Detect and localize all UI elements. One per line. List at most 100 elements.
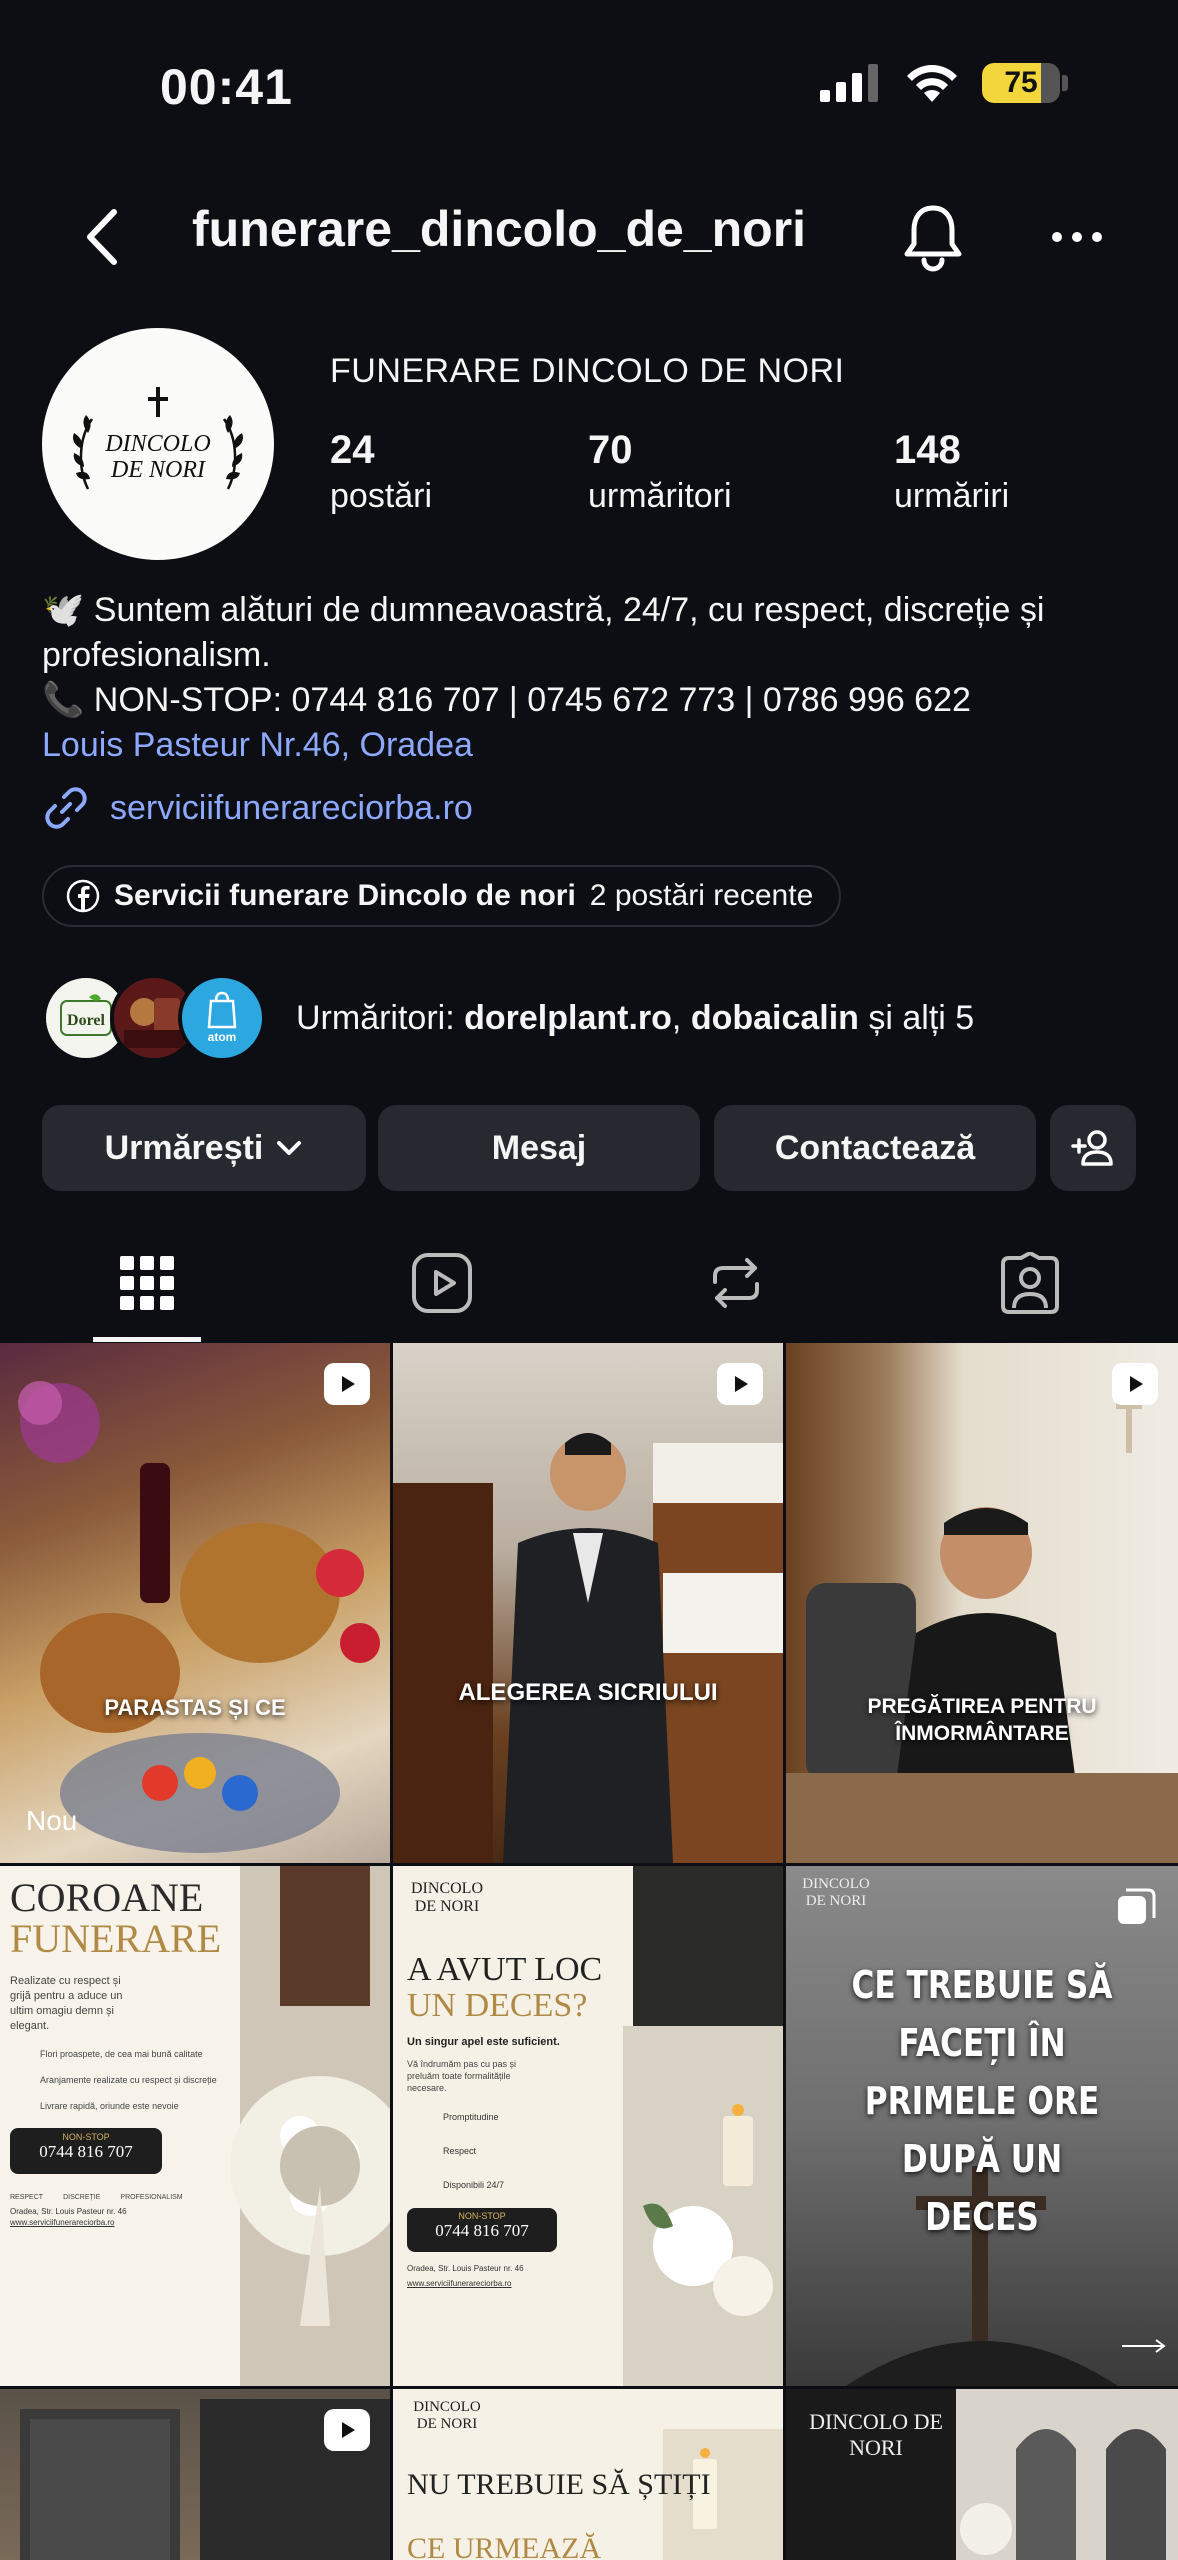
tab-reels[interactable] (402, 1243, 482, 1323)
add-person-icon (1071, 1130, 1113, 1166)
poster-body: Vă îndrumăm pas cu pas și preluăm toate … (407, 2059, 517, 2093)
poster-logo: DINCOLO DE NORI (802, 1876, 870, 1909)
svg-text:Dorel: Dorel (67, 1012, 105, 1029)
bio-line-2: 📞 NON-STOP: 0744 816 707 | 0745 672 773 … (42, 681, 971, 719)
status-time: 00:41 (160, 59, 293, 115)
profile-stats: 24 postări 70 urmăritori 148 urmăriri (330, 428, 1090, 528)
grid-post[interactable]: DINCOLO DE NORI A AVUT LOC UN DECES? Un … (393, 1866, 783, 2386)
profile-avatar[interactable]: DINCOLO DE NORI (42, 328, 274, 560)
post-photo (18, 1381, 380, 1853)
dincolo-de-nori-logo: DINCOLO DE NORI (73, 387, 243, 490)
poster-title-2: UN DECES? (407, 1987, 588, 2024)
battery-level: 75 (1004, 66, 1038, 99)
tab-tagged[interactable] (990, 1243, 1070, 1323)
post-caption: CE TREBUIE SĂ FACEȚI ÎN PRIMELE ORE DUPĂ… (851, 1963, 1113, 2239)
stat-following-value: 148 (894, 428, 961, 472)
grid-post[interactable]: COROANE FUNERARE Realizate cu respect și… (0, 1866, 390, 2386)
poster-logo: DINCOLO DE NORI (413, 2399, 481, 2432)
following-button[interactable]: Urmărești (42, 1105, 366, 1191)
stat-followers[interactable]: 70 urmăritori (588, 428, 732, 516)
follower-name-2: dobaicalin (690, 998, 859, 1037)
active-tab-indicator (93, 1337, 201, 1342)
wifi-icon (907, 65, 957, 102)
post-photo (393, 1433, 783, 1863)
poster-title-2: FUNERARE (10, 1916, 222, 1961)
svg-text:DINCOLO: DINCOLO (104, 431, 210, 457)
suggested-accounts-button[interactable] (1050, 1105, 1136, 1191)
stat-posts[interactable]: 24 postări (330, 428, 432, 516)
followers-sep: , (671, 998, 691, 1037)
bio-address-link[interactable]: Louis Pasteur Nr.46, Oradea (42, 723, 1142, 768)
reel-icon (735, 1376, 748, 1392)
chevron-left-icon (87, 209, 117, 265)
grid-post[interactable]: DINCOLO DE NORI (786, 2389, 1178, 2560)
reels-icon (412, 1253, 472, 1313)
poster-badge: DISCREȚIE (63, 2194, 101, 2201)
grid-post[interactable]: DINCOLO DE NORI CE TREBUIE SĂ FACEȚI ÎN … (786, 1866, 1178, 2386)
more-options-button[interactable] (1050, 202, 1104, 272)
stat-following[interactable]: 148 urmăriri (894, 428, 1009, 516)
facebook-page-name: Servicii funerare Dincolo de nori (114, 879, 576, 912)
repost-icon (713, 1258, 759, 1308)
notifications-button[interactable] (900, 202, 966, 272)
poster-subtitle: Un singur apel este suficient. (407, 2036, 560, 2048)
reel-badge (324, 2409, 370, 2451)
facebook-link-pill[interactable]: Servicii funerare Dincolo de nori 2 post… (42, 865, 842, 927)
profile-header: funerare_dincolo_de_nori (0, 180, 1178, 290)
poster-phone: 0744 816 707 (39, 2142, 133, 2161)
more-horizontal-icon (1052, 232, 1102, 242)
poster-item: Livrare rapidă, oriunde este nevoie (40, 2101, 179, 2111)
post-caption: PREGĂTIREA PENTRU ÎNMORMÂNTARE (867, 1695, 1097, 1745)
follower-avatar-atom: atom (178, 974, 266, 1062)
reel-icon (1130, 1376, 1143, 1392)
grid-post[interactable]: DINCOLO DE NORI NU TREBUIE SĂ ȘTIȚI CE U… (393, 2389, 783, 2560)
message-button-label: Mesaj (491, 1128, 587, 1167)
stat-posts-label: postări (330, 477, 433, 515)
mutual-followers[interactable]: Dorel atom Urmăritori: dorelplant.ro, do… (42, 972, 974, 1064)
tagged-person-icon (1001, 1252, 1059, 1314)
tab-reposts[interactable] (696, 1243, 776, 1323)
contact-button[interactable]: Contactează (714, 1105, 1036, 1191)
poster-item: Promptitudine (443, 2112, 499, 2122)
post-photo (786, 1383, 1178, 1863)
reel-icon (342, 2422, 355, 2438)
chevron-down-icon (277, 1141, 302, 1155)
poster-title: NU TREBUIE SĂ ȘTIȚI (407, 2468, 711, 2501)
carousel-badge (1114, 1886, 1158, 1930)
status-bar: 00:41 75 (0, 0, 1178, 170)
poster-title-2: CE URMEAZĂ (407, 2532, 602, 2560)
back-button[interactable] (78, 202, 128, 272)
message-button[interactable]: Mesaj (378, 1105, 700, 1191)
followers-prefix: Urmăritori: (296, 998, 465, 1037)
following-button-label: Urmărești (104, 1128, 264, 1167)
poster-nonstop: NON-STOP (62, 2132, 110, 2142)
post-caption: ALEGEREA SICRIULUI (458, 1679, 718, 1706)
poster-text-block: COROANE FUNERARE Realizate cu respect și… (10, 1878, 240, 2227)
poster-item: Disponibili 24/7 (443, 2180, 505, 2190)
poster-item: Aranjamente realizate cu respect și disc… (40, 2075, 217, 2085)
reel-badge (1112, 1363, 1158, 1405)
grid-post[interactable]: PARASTAS ȘI CE Nou (0, 1343, 390, 1863)
poster-text-block: A AVUT LOC UN DECES? Un singur apel este… (407, 1952, 647, 2288)
poster-title-1: A AVUT LOC (407, 1951, 603, 1988)
grid-post[interactable]: PREGĂTIREA PENTRU ÎNMORMÂNTARE (786, 1343, 1178, 1863)
tab-posts-grid[interactable] (107, 1243, 187, 1323)
stat-followers-value: 70 (588, 428, 633, 472)
grid-post[interactable] (0, 2389, 390, 2560)
reel-icon (342, 1376, 355, 1392)
poster-badge: RESPECT (10, 2194, 44, 2201)
grid-post[interactable]: ALEGEREA SICRIULUI (393, 1343, 783, 1863)
reel-badge (717, 1363, 763, 1405)
poster-site: www.serviciifunerareciorba.ro (407, 2279, 512, 2288)
profile-tabs (0, 1225, 1178, 1343)
stat-followers-label: urmăritori (588, 477, 732, 515)
status-icons: 75 (820, 62, 1068, 104)
poster-item: Flori proaspete, de cea mai bună calitat… (40, 2049, 203, 2059)
poster-phone: 0744 816 707 (435, 2221, 529, 2240)
poster-address: Oradea, Str. Louis Pasteur nr. 46 (10, 2207, 127, 2216)
atom-logo: atom (207, 991, 237, 1044)
stat-following-label: urmăriri (894, 477, 1010, 515)
website-link[interactable]: serviciifunerareciorba.ro (42, 784, 473, 832)
facebook-icon (66, 879, 100, 913)
carousel-icon (1118, 1888, 1156, 1924)
